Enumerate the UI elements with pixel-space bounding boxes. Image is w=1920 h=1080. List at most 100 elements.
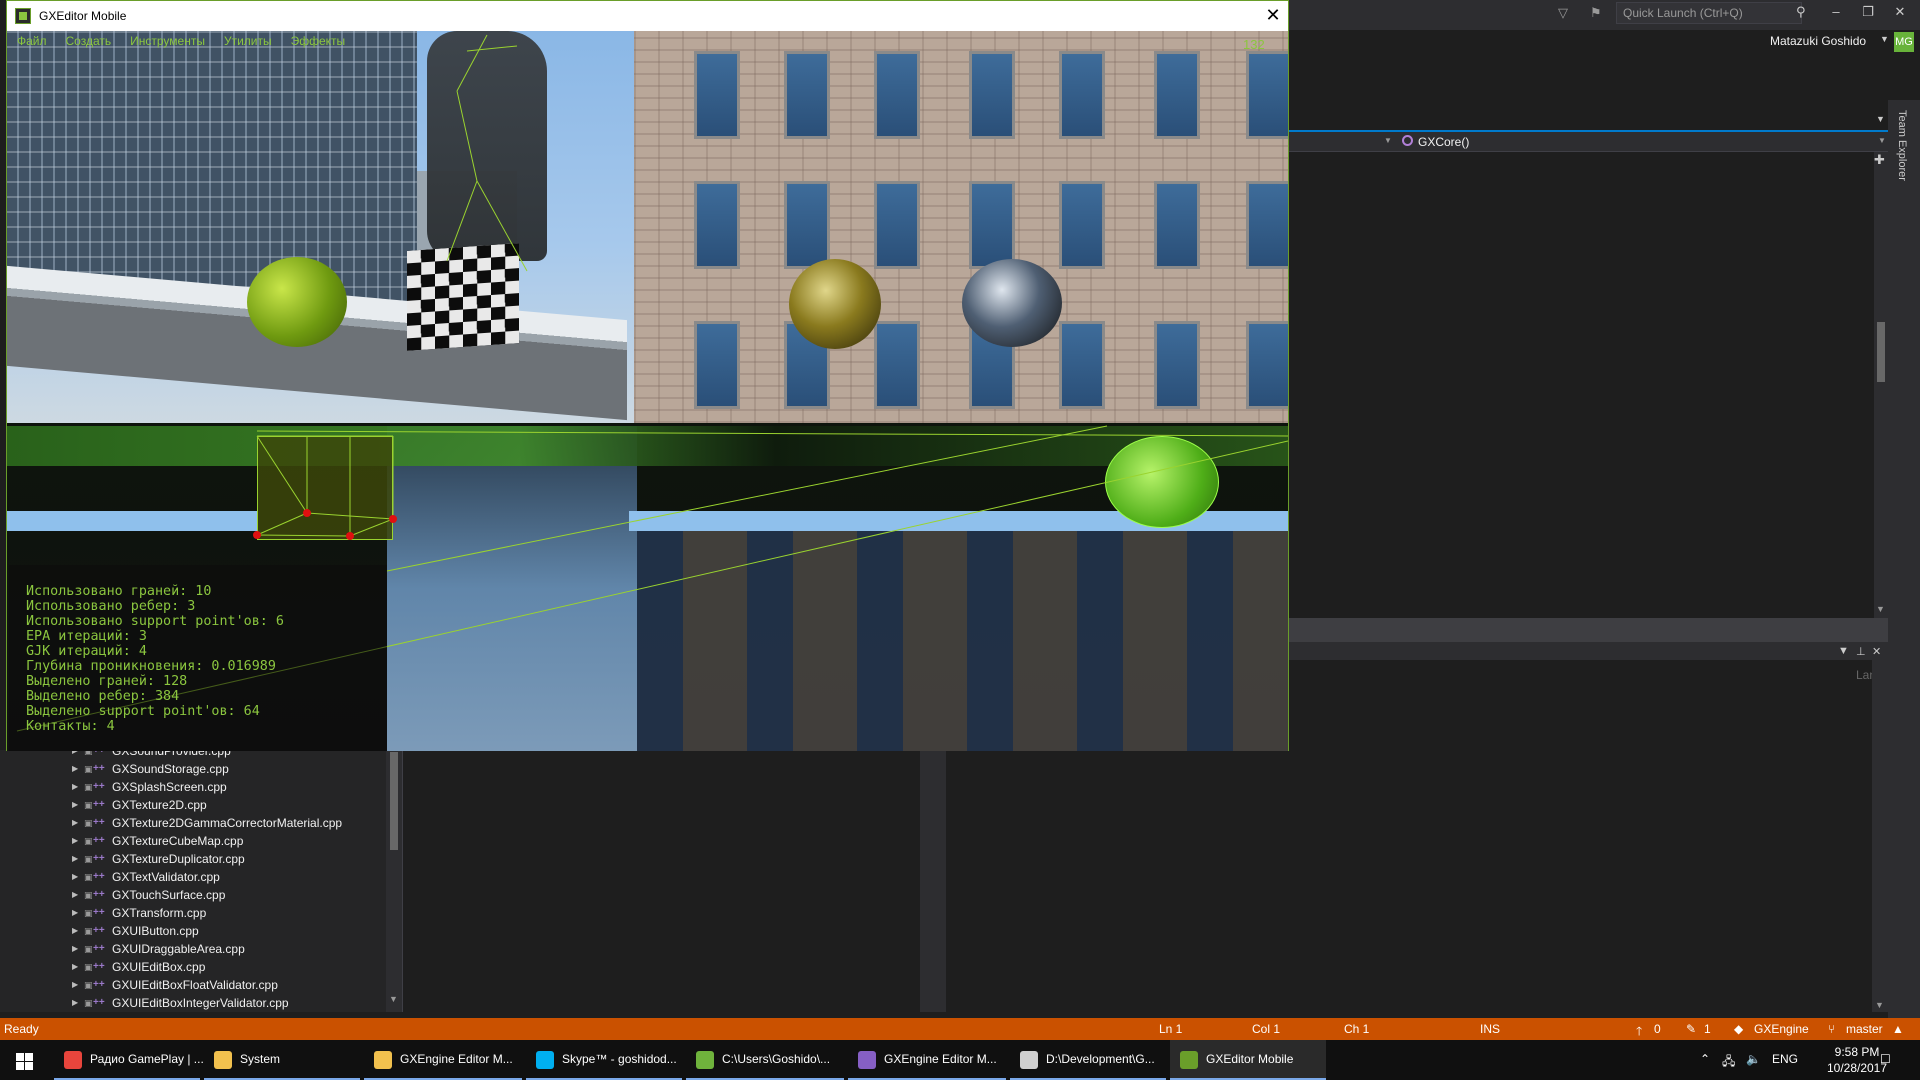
volume-icon[interactable]: 🔈 [1746,1052,1761,1066]
minimize-icon[interactable]: – [1826,4,1846,19]
network-icon[interactable]: 🖧 [1722,1052,1735,1073]
output-scrollbar[interactable]: ▼ [1872,660,1888,1012]
expand-arrow-icon[interactable]: ▶ [72,868,78,886]
chevron-up-icon[interactable]: ⌃ [1700,1052,1710,1066]
solution-file-item[interactable]: ▶ ▣ ++ GXTexture2DGammaCorrectorMaterial.cp… [0,814,386,832]
notifications-icon[interactable]: ⚑ [1590,5,1606,21]
gx-editor-icon [15,8,31,24]
taskbar-item-label: GXEditor Mobile [1206,1052,1294,1066]
status-pushes[interactable]: 0 [1654,1022,1661,1036]
close-icon[interactable]: ✕ [1872,645,1881,658]
gxeditor-title-bar[interactable]: GXEditor Mobile ✕ [7,1,1288,31]
solution-file-item[interactable]: ▶ ▣ ++ GXUIEditBoxFloatValidator.cpp [0,976,386,994]
solution-file-item[interactable]: ▶ ▣ ++ GXTexture2D.cpp [0,796,386,814]
close-icon[interactable]: ✕ [1263,5,1283,25]
solution-file-item[interactable]: ▶ ▣ ++ GXUIEditBox.cpp [0,958,386,976]
solution-file-item[interactable]: ▶ ▣ ++ GXSoundStorage.cpp [0,760,386,778]
lock-icon: ▣ [84,944,93,954]
expand-arrow-icon[interactable]: ▶ [72,886,78,904]
team-explorer-tab[interactable]: Team Explorer [1896,110,1908,181]
file-name: GXSplashScreen.cpp [112,780,227,794]
taskbar-item[interactable]: GXEngine Editor M... [848,1040,1006,1080]
quick-launch-input[interactable]: Quick Launch (Ctrl+Q) [1616,2,1802,24]
status-branch[interactable]: master [1846,1022,1883,1036]
status-repo[interactable]: GXEngine [1754,1022,1809,1036]
user-name[interactable]: Matazuki Goshido [1770,34,1890,48]
avatar[interactable]: MG [1894,32,1914,52]
action-center-icon[interactable]: ☐ [1880,1052,1891,1066]
expand-arrow-icon[interactable]: ▶ [72,778,78,796]
file-name: GXUIDraggableArea.cpp [112,942,245,956]
solution-file-item[interactable]: ▶ ▣ ++ GXUIEditBoxIntegerValidator.cpp [0,994,386,1012]
expand-arrow-icon[interactable]: ▶ [72,994,78,1012]
search-icon[interactable]: ⚲ [1796,4,1806,20]
expand-arrow-icon[interactable]: ▶ [72,832,78,850]
branch-icon[interactable]: ⑂ [1828,1022,1835,1036]
lock-icon: ▣ [84,998,93,1008]
scroll-down-icon[interactable]: ▼ [389,994,398,1004]
status-column: Col 1 [1252,1022,1281,1036]
scrollbar-thumb[interactable] [390,752,398,850]
split-editor-icon[interactable]: ✚ [1874,152,1885,168]
pane-splitter[interactable] [936,750,946,1012]
cpp-file-icon: ++ [93,997,105,1008]
expand-arrow-icon[interactable]: ▶ [72,904,78,922]
language-indicator[interactable]: ENG [1772,1052,1798,1066]
solution-file-item[interactable]: ▶ ▣ ++ GXTextureDuplicator.cpp [0,850,386,868]
menu-item[interactable]: Инструменты [130,34,205,50]
chevron-down-icon[interactable]: ▼ [1384,136,1392,145]
dropdown-icon[interactable]: ▼ [1838,645,1849,657]
expand-arrow-icon[interactable]: ▶ [72,796,78,814]
pin-icon[interactable]: ⊥ [1856,645,1866,658]
restore-icon[interactable]: ❐ [1858,4,1878,20]
solution-file-item[interactable]: ▶ ▣ ++ GXUIDraggableArea.cpp [0,940,386,958]
middle-pane[interactable] [402,750,936,1012]
output-pane[interactable] [946,750,1872,1012]
taskbar-item[interactable]: GXEngine Editor M... [364,1040,522,1080]
solution-file-item[interactable]: ▶ ▣ ++ GXTextValidator.cpp [0,868,386,886]
expand-arrow-icon[interactable]: ▶ [72,940,78,958]
taskbar-item[interactable]: C:\Users\Goshido\... [686,1040,844,1080]
chevron-down-icon[interactable]: ▼ [1878,136,1886,145]
solution-explorer[interactable]: ▶ ▣ ++ GXSoundProvider.cpp ▶ ▣ ++ GXSoundStorag… [0,750,402,1012]
solution-file-item[interactable]: ▶ ▣ ++ GXUIButton.cpp [0,922,386,940]
taskbar-item[interactable]: Skype™ - goshidod... [526,1040,682,1080]
chevron-down-icon[interactable]: ▼ [1880,34,1889,44]
solution-file-item[interactable]: ▶ ▣ ++ GXTouchSurface.cpp [0,886,386,904]
chevron-up-icon[interactable]: ▲ [1892,1022,1904,1036]
pencil-icon[interactable]: ✎ [1686,1022,1696,1036]
expand-arrow-icon[interactable]: ▶ [72,922,78,940]
expand-arrow-icon[interactable]: ▶ [72,958,78,976]
windows-start-icon[interactable] [0,1040,46,1080]
solution-file-item[interactable]: ▶ ▣ ++ GXSplashScreen.cpp [0,778,386,796]
close-icon[interactable]: ✕ [1890,4,1910,20]
filter-icon[interactable]: ▽ [1558,5,1574,21]
code-editor[interactable] [1288,152,1874,618]
menu-item[interactable]: Файл [17,34,47,50]
scroll-down-icon[interactable]: ▼ [1876,604,1885,614]
expand-arrow-icon[interactable]: ▶ [72,976,78,994]
expand-arrow-icon[interactable]: ▶ [72,750,78,760]
taskbar-item[interactable]: System [204,1040,360,1080]
function-dropdown[interactable]: GXCore() [1418,135,1469,149]
scrollbar-thumb[interactable] [1877,322,1885,382]
taskbar-item[interactable]: D:\Development\G... [1010,1040,1166,1080]
menu-item[interactable]: Эффекты [291,34,346,50]
middle-pane-scrollbar[interactable] [920,750,936,1012]
menu-item[interactable]: Создать [66,34,112,50]
horizontal-scrollbar[interactable] [1288,618,1888,642]
solution-file-item[interactable]: ▶ ▣ ++ GXTransform.cpp [0,904,386,922]
menu-item[interactable]: Утилиты [224,34,272,50]
scroll-down-icon[interactable]: ▼ [1875,1000,1884,1010]
solution-file-item[interactable]: ▶ ▣ ++ GXTextureCubeMap.cpp [0,832,386,850]
solution-file-item[interactable]: ▶ ▣ ++ GXSoundProvider.cpp [0,750,386,760]
taskbar-item[interactable]: GXEditor Mobile [1170,1040,1326,1080]
tab-dropdown-icon[interactable]: ▼ [1876,114,1885,124]
status-edits[interactable]: 1 [1704,1022,1711,1036]
taskbar-item[interactable]: Радио GamePlay | ... [54,1040,204,1080]
expand-arrow-icon[interactable]: ▶ [72,760,78,778]
expand-arrow-icon[interactable]: ▶ [72,814,78,832]
editor-scrollbar[interactable] [1874,152,1888,618]
expand-arrow-icon[interactable]: ▶ [72,850,78,868]
repo-icon[interactable]: ◆ [1734,1022,1743,1036]
